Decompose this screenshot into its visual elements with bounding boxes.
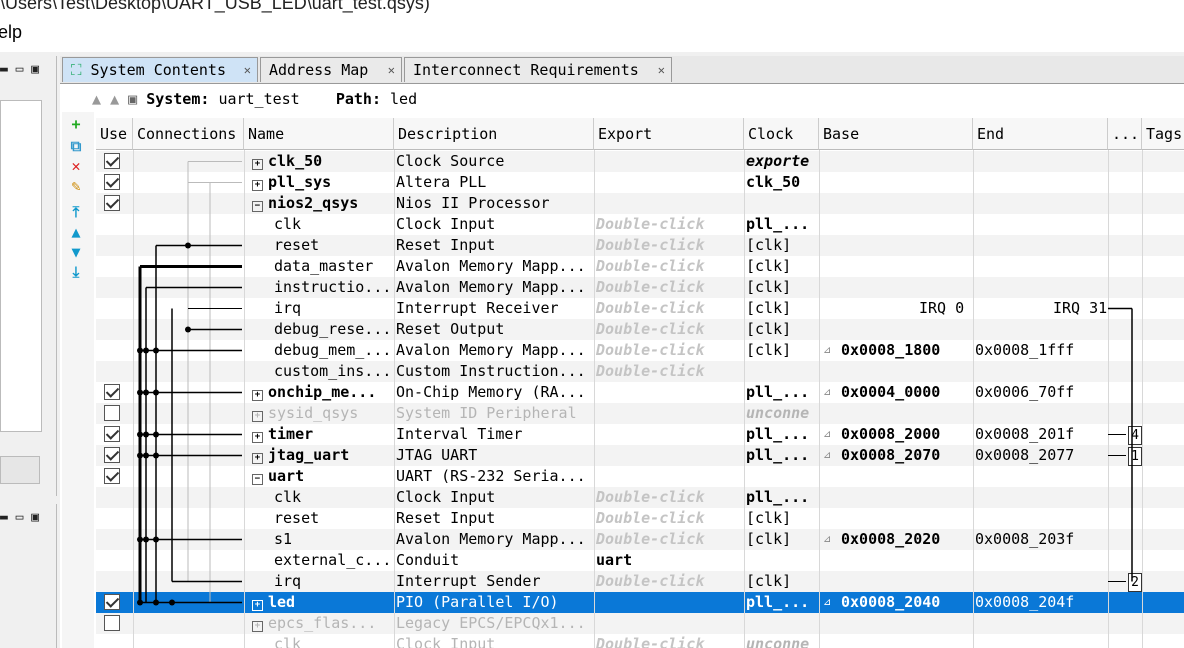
left-panel-tree[interactable] [0, 100, 42, 432]
close-icon[interactable]: ✕ [244, 58, 251, 83]
tab-strip: ⛶ System Contents ✕ Address Map ✕ Intercon… [60, 56, 1184, 84]
left-panel-button[interactable] [0, 456, 40, 484]
connections-graph[interactable] [96, 118, 1184, 648]
side-toolbar: + ⧉ ✕ ✎ ⤒ ▲ ▼ ⤓ [62, 112, 94, 648]
tab-system-contents[interactable]: ⛶ System Contents ✕ [62, 57, 258, 82]
move-up-icon[interactable]: ▲ [68, 224, 84, 240]
connection-dot[interactable] [185, 242, 191, 249]
connection-dot[interactable] [143, 536, 149, 543]
connection-dot[interactable] [153, 347, 159, 354]
connection-dot[interactable] [137, 389, 143, 396]
add-component-icon[interactable]: ⧉ [68, 138, 84, 154]
connection-dot[interactable] [137, 347, 143, 354]
remove-icon[interactable]: ✕ [68, 158, 84, 174]
connection-dot[interactable] [137, 599, 143, 606]
tab-address-map[interactable]: Address Map ✕ [260, 57, 402, 82]
connection-dot[interactable] [143, 452, 149, 459]
nav-up-icon[interactable]: ▲ [92, 90, 101, 108]
edit-icon[interactable]: ✎ [68, 178, 84, 194]
connection-dot[interactable] [143, 347, 149, 354]
system-contents-icon: ⛶ [71, 61, 91, 79]
connection-dot[interactable] [143, 389, 149, 396]
move-bottom-icon[interactable]: ⤓ [68, 264, 84, 280]
connection-dot[interactable] [153, 389, 159, 396]
left-panel: ▬ ▭ ▣ [0, 56, 57, 496]
connection-dot[interactable] [153, 536, 159, 543]
nav-down-icon[interactable]: ▲ [110, 90, 119, 108]
move-top-icon[interactable]: ⤒ [68, 204, 84, 220]
window-title: \Users\Test\Desktop\UART_USB_LED\uart_te… [0, 0, 1184, 16]
connection-dot[interactable] [137, 452, 143, 459]
menu-bar: elp [0, 16, 1184, 52]
close-icon[interactable]: ✕ [388, 58, 395, 83]
left-panel-lower: ▬ ▭ ▣ [0, 504, 57, 648]
connection-dot[interactable] [185, 326, 191, 333]
connection-dot[interactable] [137, 536, 143, 543]
system-icon: ▣ [128, 90, 138, 108]
connection-dot[interactable] [153, 431, 159, 438]
system-path-bar: ▲ ▲ ▣ System: uart_test Path: led [92, 90, 418, 108]
connection-dot[interactable] [137, 431, 143, 438]
add-icon[interactable]: + [68, 116, 84, 132]
connection-dot[interactable] [169, 599, 175, 606]
minimize-icon[interactable]: ▬ ▭ ▣ [0, 62, 39, 77]
system-contents-table: Use Connections Name Description Export … [96, 118, 1184, 648]
connection-dot[interactable] [143, 431, 149, 438]
connection-dot[interactable] [153, 599, 159, 606]
move-down-icon[interactable]: ▼ [68, 244, 84, 260]
minimize-icon[interactable]: ▬ ▭ ▣ [0, 510, 39, 525]
tab-interconnect-requirements[interactable]: Interconnect Requirements ✕ [404, 57, 672, 82]
connection-dot[interactable] [153, 452, 159, 459]
menu-help[interactable]: elp [0, 22, 22, 43]
close-icon[interactable]: ✕ [658, 58, 665, 83]
